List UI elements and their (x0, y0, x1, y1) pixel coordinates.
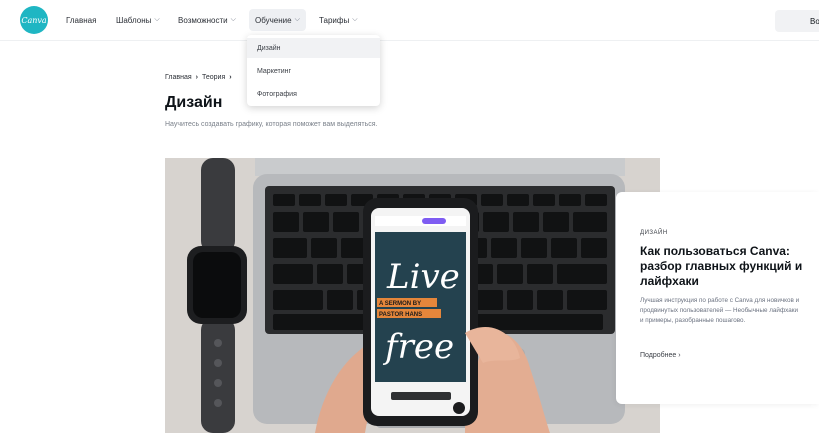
breadcrumb-separator: › (229, 74, 232, 81)
nav-label: Обучение (255, 15, 292, 25)
canva-logo[interactable]: Canva (20, 6, 48, 34)
poster-text-live: Live (386, 257, 460, 297)
main-nav-learning: Обучение ⌵ (249, 0, 306, 40)
article-title[interactable]: Как пользоваться Canva: разбор главных ф… (640, 244, 815, 289)
chevron-down-icon: ⌵ (352, 16, 358, 23)
learning-dropdown-menu: Дизайн Маркетинг Фотография (247, 35, 380, 106)
dropdown-item-design[interactable]: Дизайн (247, 38, 380, 58)
breadcrumb-home[interactable]: Главная (165, 74, 192, 81)
chevron-down-icon: ⌵ (154, 16, 160, 23)
breadcrumb-separator: › (195, 74, 198, 81)
page-subtitle: Научитесь создавать графику, которая пом… (165, 121, 378, 128)
chevron-down-icon: ⌵ (294, 16, 300, 23)
poster-text-free: free (382, 327, 454, 367)
dropdown-item-marketing[interactable]: Маркетинг (247, 61, 380, 81)
breadcrumb-theory[interactable]: Теория (202, 74, 225, 81)
nav-label: Шаблоны (116, 15, 152, 25)
nav-item-templates[interactable]: Шаблоны ⌵ (110, 9, 166, 31)
login-button[interactable]: Во (775, 10, 819, 32)
nav-item-features[interactable]: Возможности ⌵ (172, 9, 242, 31)
nav-item-home[interactable]: Главная (60, 9, 102, 31)
poster-text-sermon: A SERMON BY (379, 301, 421, 307)
nav-item-pricing[interactable]: Тарифы ⌵ (313, 9, 364, 31)
poster-text-pastor: PASTOR HANS (379, 312, 422, 318)
feature-article-card[interactable]: ДИЗАЙН Как пользоваться Canva: разбор гл… (616, 192, 819, 404)
page-title: Дизайн (165, 94, 223, 111)
nav-item-learning[interactable]: Обучение ⌵ (249, 9, 306, 31)
read-more-link[interactable]: Подробнее › (640, 352, 681, 359)
nav-label: Тарифы (319, 15, 350, 25)
chevron-down-icon: ⌵ (230, 16, 236, 23)
hero-illustration: Live A SERMON BY PASTOR HANS free (165, 158, 660, 433)
main-nav-pricing: Тарифы ⌵ (313, 0, 364, 40)
main-nav-features: Возможности ⌵ (172, 0, 242, 40)
nav-label: Главная (66, 15, 97, 25)
main-nav-templates: Шаблоны ⌵ (110, 0, 166, 40)
login-button-label: Во (810, 16, 819, 26)
main-nav: Главная (60, 0, 102, 40)
breadcrumb: Главная › Теория › (165, 74, 232, 81)
logo-text: Canva (21, 15, 47, 25)
hero-image[interactable]: Live A SERMON BY PASTOR HANS free (165, 158, 660, 433)
article-category: ДИЗАЙН (640, 230, 668, 236)
dropdown-item-photography[interactable]: Фотография (247, 84, 380, 104)
top-navigation-bar: Canva Главная Шаблоны ⌵ Возможности ⌵ Обуч… (0, 0, 819, 41)
article-description: Лучшая инструкция по работе с Canva для … (640, 297, 800, 324)
nav-label: Возможности (178, 15, 228, 25)
